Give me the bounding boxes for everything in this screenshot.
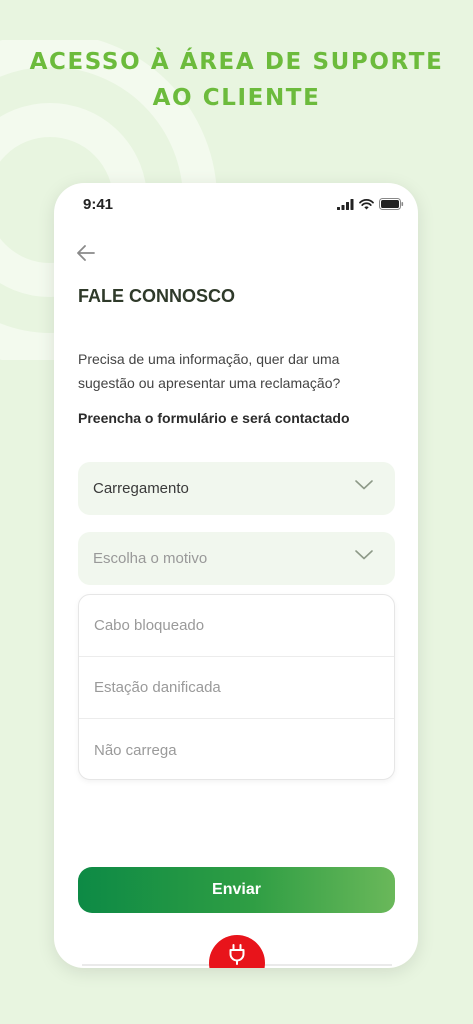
- page-description: Precisa de uma informação, quer dar uma …: [78, 351, 341, 391]
- page-title: FALE CONNOSCO: [78, 286, 236, 306]
- reason-option-estacao-danificada[interactable]: Estação danificada: [79, 657, 394, 719]
- submit-button[interactable]: Enviar: [78, 867, 395, 913]
- signal-icon: [337, 198, 354, 210]
- form-instruction: Preencha o formulário e será contactado: [78, 410, 350, 426]
- reason-option-nao-carrega[interactable]: Não carrega: [79, 719, 394, 779]
- headline-line-2: AO CLIENTE: [152, 85, 321, 111]
- reason-select-placeholder: Escolha o motivo: [93, 550, 208, 567]
- phone-frame: 9:41 FALE CONNOSCO Precisa de uma inform…: [54, 183, 418, 968]
- status-bar: 9:41: [54, 195, 418, 215]
- back-button[interactable]: [72, 239, 100, 267]
- category-select[interactable]: Carregamento: [78, 462, 395, 515]
- headline-line-1: ACESSO À ÁREA DE SUPORTE: [29, 49, 444, 75]
- reason-select[interactable]: Escolha o motivo: [78, 532, 395, 585]
- reason-option-cabo-bloqueado[interactable]: Cabo bloqueado: [79, 595, 394, 657]
- plug-icon: [229, 944, 245, 965]
- reason-options-dropdown: Cabo bloqueado Estação danificada Não ca…: [78, 594, 395, 780]
- battery-icon: [379, 198, 404, 210]
- chevron-down-icon: [355, 480, 373, 490]
- wifi-icon: [359, 198, 374, 209]
- status-time: 9:41: [83, 196, 114, 213]
- chevron-down-icon: [355, 550, 373, 560]
- category-select-value: Carregamento: [93, 480, 189, 497]
- status-icons: [337, 198, 404, 210]
- promo-headline: ACESSO À ÁREA DE SUPORTE AO CLIENTE: [0, 44, 473, 116]
- plug-tab-button[interactable]: [209, 935, 265, 968]
- arrow-left-icon: [77, 245, 95, 261]
